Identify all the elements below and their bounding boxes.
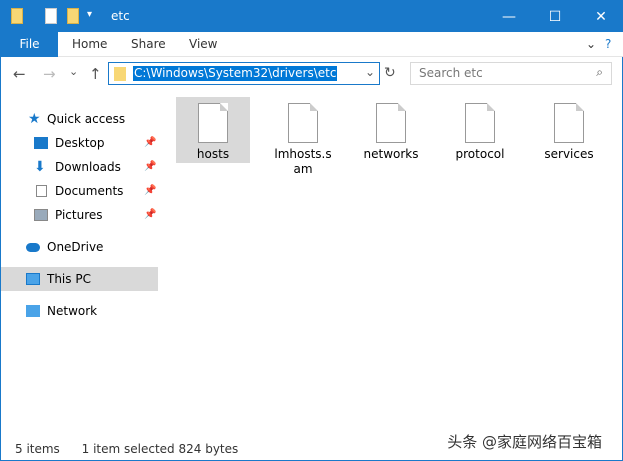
tab-home[interactable]: Home bbox=[72, 32, 107, 57]
search-placeholder: Search etc bbox=[419, 66, 483, 80]
search-icon: ⌕ bbox=[596, 65, 603, 79]
sidebar-item-this-pc[interactable]: This PC bbox=[1, 267, 158, 291]
sidebar-item-quick-access[interactable]: ★ Quick access bbox=[1, 107, 158, 131]
expand-ribbon-button[interactable]: ⌄ bbox=[586, 32, 596, 57]
file-icon bbox=[288, 103, 318, 143]
pin-icon: 📌 bbox=[144, 185, 157, 196]
address-text[interactable]: C:\Windows\System32\drivers\etc bbox=[133, 66, 338, 81]
file-hosts[interactable]: hosts bbox=[176, 97, 250, 163]
star-icon: ★ bbox=[28, 111, 41, 127]
sidebar-item-downloads[interactable]: ⬇ Downloads 📌 bbox=[1, 155, 158, 179]
network-icon bbox=[26, 305, 40, 317]
file-icon bbox=[198, 103, 228, 143]
minimize-button[interactable]: — bbox=[486, 1, 532, 32]
status-bar: 5 items 1 item selected 824 bytes bbox=[15, 442, 238, 456]
navigation-bar: ← → ⌄ ↑ C:\Windows\System32\drivers\etc … bbox=[1, 57, 623, 89]
search-input[interactable]: Search etc ⌕ bbox=[410, 62, 612, 85]
recent-locations-button[interactable]: ⌄ bbox=[69, 65, 78, 78]
tab-file[interactable]: File bbox=[1, 32, 58, 57]
watermark: 头条 @家庭网络百宝箱 bbox=[447, 433, 602, 451]
pin-icon: 📌 bbox=[144, 161, 157, 172]
forward-button[interactable]: → bbox=[43, 65, 56, 83]
title-bar: ▾ etc — ☐ ✕ bbox=[1, 1, 623, 32]
tab-view[interactable]: View bbox=[189, 32, 217, 57]
desktop-icon bbox=[34, 137, 48, 149]
address-dropdown[interactable]: ⌄ bbox=[365, 65, 375, 79]
tab-share[interactable]: Share bbox=[131, 32, 166, 57]
documents-icon bbox=[36, 185, 47, 197]
cloud-icon bbox=[26, 243, 40, 252]
folder-icon bbox=[114, 67, 126, 81]
file-services[interactable]: services bbox=[532, 97, 606, 163]
ribbon: File Home Share View ⌄ ? bbox=[1, 32, 623, 57]
file-icon bbox=[376, 103, 406, 143]
item-count: 5 items bbox=[15, 442, 60, 456]
file-lmhosts[interactable]: lmhosts.sam bbox=[266, 97, 340, 177]
pin-icon: 📌 bbox=[144, 209, 157, 220]
file-protocol[interactable]: protocol bbox=[443, 97, 517, 163]
sidebar-item-documents[interactable]: Documents 📌 bbox=[1, 179, 158, 203]
file-networks[interactable]: networks bbox=[354, 97, 428, 163]
maximize-button[interactable]: ☐ bbox=[532, 1, 578, 32]
sidebar-item-desktop[interactable]: Desktop 📌 bbox=[1, 131, 158, 155]
close-button[interactable]: ✕ bbox=[578, 1, 623, 32]
file-icon bbox=[554, 103, 584, 143]
help-button[interactable]: ? bbox=[605, 32, 611, 57]
file-icon bbox=[465, 103, 495, 143]
properties-icon[interactable] bbox=[45, 8, 57, 24]
new-folder-icon[interactable] bbox=[67, 8, 79, 24]
address-bar[interactable]: C:\Windows\System32\drivers\etc ⌄ bbox=[108, 62, 380, 85]
computer-icon bbox=[26, 273, 40, 285]
sidebar-item-network[interactable]: Network bbox=[1, 299, 158, 323]
pictures-icon bbox=[34, 209, 48, 221]
sidebar-item-onedrive[interactable]: OneDrive bbox=[1, 235, 158, 259]
pin-icon: 📌 bbox=[144, 137, 157, 148]
back-button[interactable]: ← bbox=[13, 65, 26, 83]
sidebar-item-pictures[interactable]: Pictures 📌 bbox=[1, 203, 158, 227]
selection-info: 1 item selected 824 bytes bbox=[81, 442, 239, 456]
download-icon: ⬇ bbox=[34, 159, 46, 175]
window-title: etc bbox=[111, 9, 130, 23]
up-button[interactable]: ↑ bbox=[89, 65, 102, 83]
customize-toolbar-icon[interactable]: ▾ bbox=[87, 9, 92, 20]
folder-icon bbox=[11, 8, 23, 24]
refresh-button[interactable]: ↻ bbox=[384, 65, 396, 81]
